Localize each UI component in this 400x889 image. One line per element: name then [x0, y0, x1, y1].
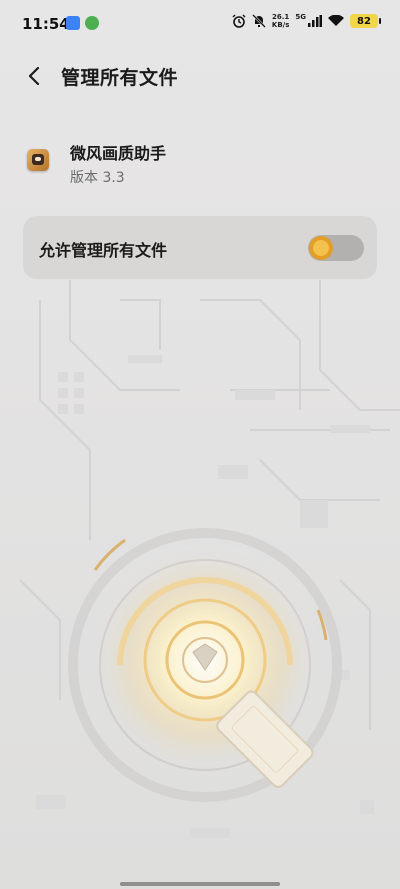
header: 管理所有文件	[0, 52, 400, 100]
permission-toggle-row[interactable]: 允许管理所有文件	[23, 216, 377, 279]
network-speed-value: 26.1	[271, 13, 290, 21]
app-info: 微风画质助手 版本 3.3	[0, 136, 400, 192]
back-button[interactable]	[18, 60, 50, 92]
network-type: 5G	[295, 13, 306, 21]
alarm-icon	[232, 14, 246, 28]
wifi-icon	[328, 15, 344, 26]
status-system-icons: 26.1 KB/s 5G 82	[232, 13, 381, 29]
home-indicator[interactable]	[120, 882, 280, 886]
back-arrow-icon	[28, 67, 40, 85]
app-icon	[27, 149, 49, 171]
cloud-app-icon	[85, 16, 99, 30]
switch-knob	[309, 236, 333, 260]
app-name: 微风画质助手	[70, 144, 167, 163]
app-version: 版本 3.3	[70, 170, 125, 186]
status-bar: 11:54 26.1 KB/s 5G 82	[0, 0, 400, 48]
signal-icon	[308, 15, 322, 27]
battery-icon: 82	[350, 14, 381, 28]
message-icon	[66, 16, 80, 30]
circuit-background-art	[19, 280, 400, 838]
network-speed: 26.1 KB/s	[272, 13, 289, 29]
status-notification-icons	[66, 16, 99, 30]
permission-label: 允许管理所有文件	[39, 241, 168, 260]
allow-manage-files-switch[interactable]	[308, 235, 364, 261]
page-title: 管理所有文件	[61, 67, 179, 89]
mute-icon	[252, 14, 266, 28]
screen: 11:54 26.1 KB/s 5G 82 管理所有文件 微风画质助手 版本 3…	[0, 0, 400, 889]
network-speed-unit: KB/s	[271, 21, 290, 29]
status-time: 11:54	[22, 15, 70, 33]
